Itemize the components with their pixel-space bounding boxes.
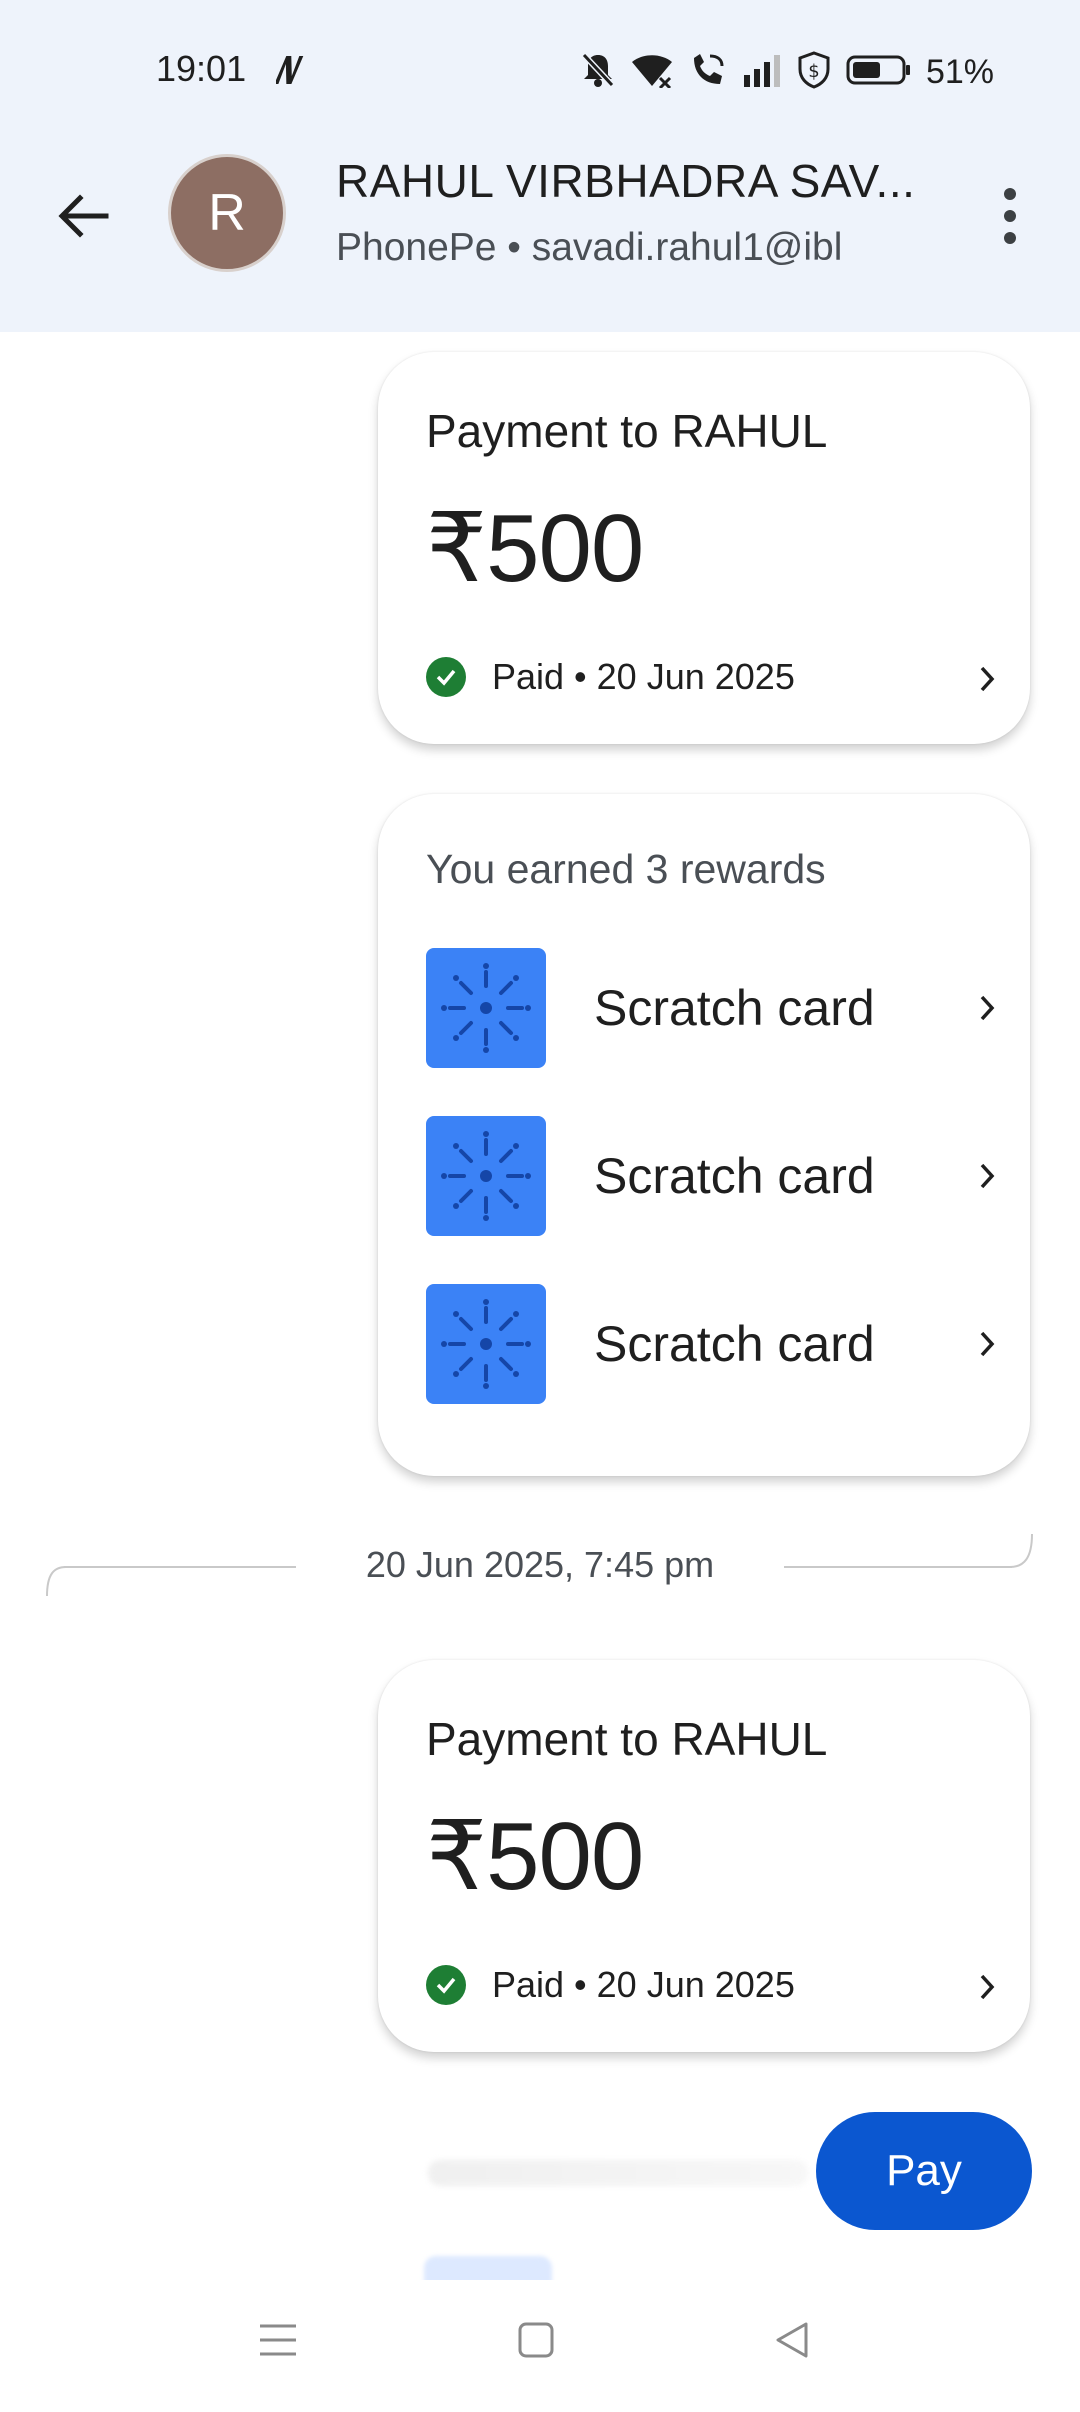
date-separator: 20 Jun 2025, 7:45 pm [365,1544,715,1585]
battery-percent: 51% [925,52,994,91]
payment-status-row: Paid • 20 Jun 2025 [426,652,986,702]
signal-icon [742,53,782,92]
home-square-icon[interactable] [516,2320,556,2365]
svg-text:$: $ [808,61,819,82]
back-arrow-icon[interactable] [52,184,116,248]
payment-card[interactable]: Payment to RAHUL ₹500 Paid • 20 Jun 2025 [378,352,1030,744]
status-bar: 19:01 $ 51% [0,0,1080,144]
scratch-card-icon [426,1284,546,1404]
faded-rewards-title [428,2160,808,2186]
payment-title: Payment to RAHUL [426,1713,828,1765]
pay-button[interactable]: Pay [816,2112,1032,2230]
payment-status: Paid • 20 Jun 2025 [492,1964,795,2005]
wifi-icon [630,52,674,93]
scratch-card-label: Scratch card [594,1148,875,1204]
status-icons: $ 51% [580,48,994,96]
header-area: 19:01 $ 51% R RAHUL VIRBHADRA SAV... Pho… [0,0,1080,332]
payment-status-row: Paid • 20 Jun 2025 [426,1960,986,2010]
payment-card[interactable]: Payment to RAHUL ₹500 Paid • 20 Jun 2025 [378,1660,1030,2052]
status-time: 19:01 [156,48,247,89]
mute-icon [580,51,616,94]
payment-amount: ₹500 [426,495,644,602]
check-circle-icon [426,1965,466,2005]
contact-name: RAHUL VIRBHADRA SAV... [336,155,916,207]
contact-subtitle: PhonePe • savadi.rahul1@ibl [336,226,843,269]
payment-status: Paid • 20 Jun 2025 [492,656,795,697]
scratch-card-row[interactable]: Scratch card [426,1284,1006,1404]
scratch-card-label: Scratch card [594,1316,875,1372]
shield-dollar-icon: $ [796,50,832,94]
chevron-right-icon [974,993,1000,1023]
wifi-call-icon [688,52,728,93]
scratch-card-row[interactable]: Scratch card [426,1116,1006,1236]
scratch-card-icon [426,1116,546,1236]
chevron-right-icon [974,1972,1000,2002]
battery-icon [846,54,912,91]
notification-n-icon [274,52,306,93]
scratch-card-row[interactable]: Scratch card [426,948,1006,1068]
scratch-card-icon [426,948,546,1068]
chevron-right-icon [974,1161,1000,1191]
rewards-card: You earned 3 rewards Scratch card Scratc… [378,794,1030,1476]
menu-icon[interactable] [258,2320,298,2365]
chevron-right-icon [974,1329,1000,1359]
check-circle-icon [426,657,466,697]
scratch-card-label: Scratch card [594,980,875,1036]
payment-amount: ₹500 [426,1803,644,1910]
avatar-letter: R [208,184,246,242]
more-options-icon[interactable] [990,184,1030,248]
back-triangle-icon[interactable] [772,2320,812,2365]
avatar[interactable]: R [168,154,286,272]
chevron-right-icon [974,664,1000,694]
payment-title: Payment to RAHUL [426,405,828,457]
rewards-title: You earned 3 rewards [426,846,826,892]
